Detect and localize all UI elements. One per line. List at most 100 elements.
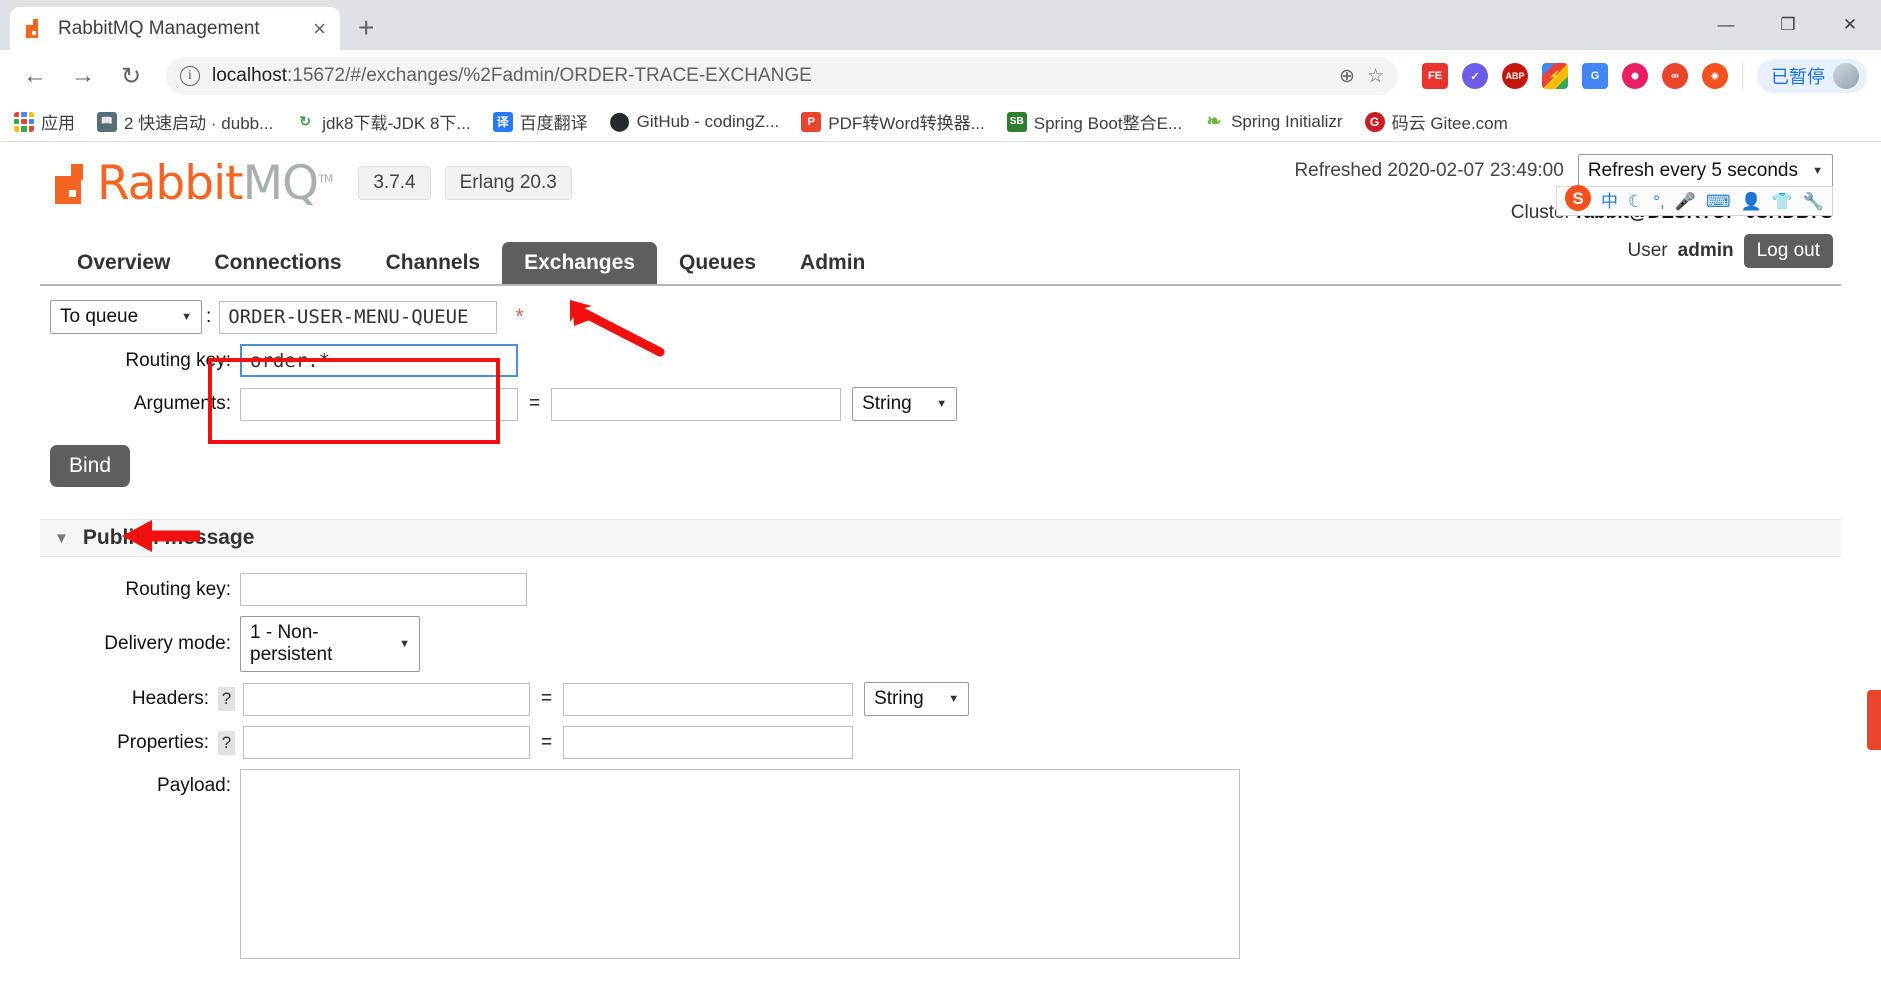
- new-tab-button[interactable]: +: [358, 12, 374, 44]
- sogou-icon[interactable]: S: [1564, 185, 1591, 211]
- bind-button[interactable]: Bind: [50, 445, 131, 487]
- publish-payload-textarea[interactable]: [240, 769, 1240, 959]
- leaf-icon: ❧: [1204, 111, 1225, 132]
- user-name: admin: [1677, 240, 1734, 261]
- publish-headers-row: Headers: ? = String: [50, 682, 1841, 716]
- profile-paused-chip[interactable]: 已暂停: [1757, 59, 1867, 93]
- publish-property-value-input[interactable]: [563, 726, 854, 759]
- brand-tm: TM: [318, 172, 333, 186]
- publish-routing-key-input[interactable]: [240, 573, 527, 606]
- bookmark-label: jdk8下载-JDK 8下...: [322, 114, 471, 133]
- back-icon[interactable]: ←: [14, 55, 56, 97]
- github-icon: ⬤: [609, 111, 630, 132]
- bookmark-baidu-translate[interactable]: 译 百度翻译: [492, 109, 588, 134]
- moon-icon[interactable]: ☾: [1628, 193, 1643, 210]
- required-asterisk: *: [515, 304, 524, 329]
- bookmark-apps[interactable]: 应用: [14, 109, 75, 134]
- tab-exchanges[interactable]: Exchanges: [502, 242, 657, 284]
- microphone-icon[interactable]: 🎤: [1675, 193, 1696, 210]
- bookmark-label: 2 快速启动 · dubb...: [124, 114, 274, 133]
- adblock-plus-extension-icon[interactable]: ABP: [1502, 63, 1528, 89]
- tab-connections[interactable]: Connections: [192, 242, 363, 284]
- binding-routing-key-input[interactable]: [240, 344, 518, 377]
- add-binding-form: To queue : * Routing key: Arguments: = S…: [40, 286, 1841, 487]
- publish-property-key-input[interactable]: [243, 726, 530, 759]
- bookmark-github[interactable]: ⬤ GitHub - codingZ...: [609, 111, 779, 132]
- equals-sign: =: [541, 731, 553, 753]
- payload-label: Payload:: [157, 775, 231, 796]
- publish-header-type-select[interactable]: String: [864, 682, 970, 716]
- tab-overview[interactable]: Overview: [55, 242, 192, 284]
- binding-argument-key-input[interactable]: [240, 387, 518, 421]
- logout-button[interactable]: Log out: [1743, 234, 1833, 268]
- check-extension-icon[interactable]: ✓: [1462, 63, 1488, 89]
- skin-icon[interactable]: 👕: [1772, 193, 1793, 210]
- forward-icon[interactable]: →: [62, 55, 104, 97]
- c2-icon: ↻: [295, 111, 316, 132]
- binding-routing-key-row: Routing key:: [50, 344, 1841, 377]
- publish-payload-row: Payload:: [50, 769, 1841, 959]
- publish-header-key-input[interactable]: [243, 682, 530, 716]
- tab-queues[interactable]: Queues: [657, 242, 778, 284]
- binding-target-select[interactable]: To queue: [50, 300, 202, 334]
- binding-argument-type-select[interactable]: String: [852, 387, 958, 421]
- publish-message-section-header[interactable]: ▼ Publish message: [40, 519, 1841, 557]
- user-icon[interactable]: 👤: [1740, 193, 1761, 210]
- equals-sign: =: [541, 688, 553, 709]
- reload-icon[interactable]: ↻: [110, 55, 152, 97]
- browser-tab[interactable]: RabbitMQ Management ×: [10, 7, 340, 50]
- chevron-down-icon[interactable]: ▼: [54, 530, 69, 547]
- bookmark-label: 应用: [41, 114, 75, 133]
- publish-message-form: Routing key: Delivery mode: 1 - Non-pers…: [40, 557, 1841, 959]
- toolbox-icon[interactable]: 🔧: [1803, 193, 1824, 210]
- refreshed-label: Refreshed 2020-02-07 23:49:00: [1294, 160, 1564, 181]
- bookmark-star-icon[interactable]: ☆: [1367, 65, 1384, 88]
- pdf-icon: P: [801, 111, 822, 132]
- binding-destination-input[interactable]: [219, 300, 498, 334]
- photos-extension-icon[interactable]: [1622, 63, 1648, 89]
- keyboard-icon[interactable]: ⌨: [1706, 193, 1731, 210]
- infinity-extension-icon[interactable]: ∞: [1662, 63, 1688, 89]
- bookmark-spring-boot[interactable]: SB Spring Boot整合E...: [1006, 109, 1182, 134]
- bookmark-jdk8[interactable]: ↻ jdk8下载-JDK 8下...: [295, 109, 471, 134]
- bookmark-label: Spring Initializr: [1231, 111, 1343, 131]
- bookmark-spring-initializr[interactable]: ❧ Spring Initializr: [1204, 111, 1343, 132]
- refresh-interval-select[interactable]: Refresh every 5 seconds: [1577, 154, 1833, 188]
- tab-channels[interactable]: Channels: [364, 242, 503, 284]
- apps-grid-icon: [14, 111, 34, 132]
- refresh-row: Refreshed 2020-02-07 23:49:00 Refresh ev…: [1294, 154, 1833, 188]
- bookmark-pdf2word[interactable]: P PDF转Word转换器...: [801, 109, 985, 134]
- binding-argument-value-input[interactable]: [551, 387, 842, 421]
- tab-admin[interactable]: Admin: [778, 242, 887, 284]
- properties-help-icon[interactable]: ?: [218, 730, 235, 755]
- window-close-icon[interactable]: ✕: [1819, 0, 1881, 50]
- publish-message-title: Publish message: [82, 526, 255, 549]
- avatar[interactable]: [1833, 63, 1859, 89]
- binding-destination-row: To queue : *: [50, 300, 1841, 334]
- punctuation-icon[interactable]: °,: [1653, 193, 1665, 210]
- publish-routing-key-row: Routing key:: [50, 573, 1841, 606]
- close-icon[interactable]: ×: [313, 17, 326, 40]
- headers-help-icon[interactable]: ?: [218, 687, 235, 711]
- zoom-icon[interactable]: ⊕: [1339, 65, 1355, 88]
- bookmark-gitee[interactable]: G 码云 Gitee.com: [1364, 109, 1508, 134]
- publish-routing-key-label: Routing key:: [125, 578, 231, 600]
- delivery-mode-label: Delivery mode:: [104, 633, 231, 654]
- fe-extension-icon[interactable]: FE: [1422, 63, 1448, 89]
- google-translate-extension-icon[interactable]: G: [1582, 63, 1608, 89]
- bookmark-dubbo[interactable]: 📖 2 快速启动 · dubb...: [97, 109, 273, 134]
- publish-header-value-input[interactable]: [563, 682, 854, 716]
- feedback-side-tab[interactable]: [1867, 690, 1881, 750]
- address-bar[interactable]: i localhost:15672/#/exchanges/%2Fadmin/O…: [166, 57, 1398, 95]
- minimize-icon[interactable]: —: [1695, 0, 1757, 50]
- maximize-icon[interactable]: ❐: [1757, 0, 1819, 50]
- arguments-label: Arguments:: [133, 393, 231, 414]
- version-badge: 3.7.4: [358, 166, 431, 200]
- delivery-mode-select[interactable]: 1 - Non-persistent: [240, 616, 420, 672]
- odnoklassniki-extension-icon[interactable]: ✷: [1702, 63, 1728, 89]
- chinese-mode-icon[interactable]: 中: [1601, 193, 1618, 210]
- lightning-extension-icon[interactable]: ⚡: [1542, 63, 1568, 89]
- headers-label: Headers:: [131, 688, 209, 709]
- browser-toolbar: ← → ↻ i localhost:15672/#/exchanges/%2Fa…: [0, 50, 1881, 102]
- site-info-icon[interactable]: i: [180, 66, 200, 86]
